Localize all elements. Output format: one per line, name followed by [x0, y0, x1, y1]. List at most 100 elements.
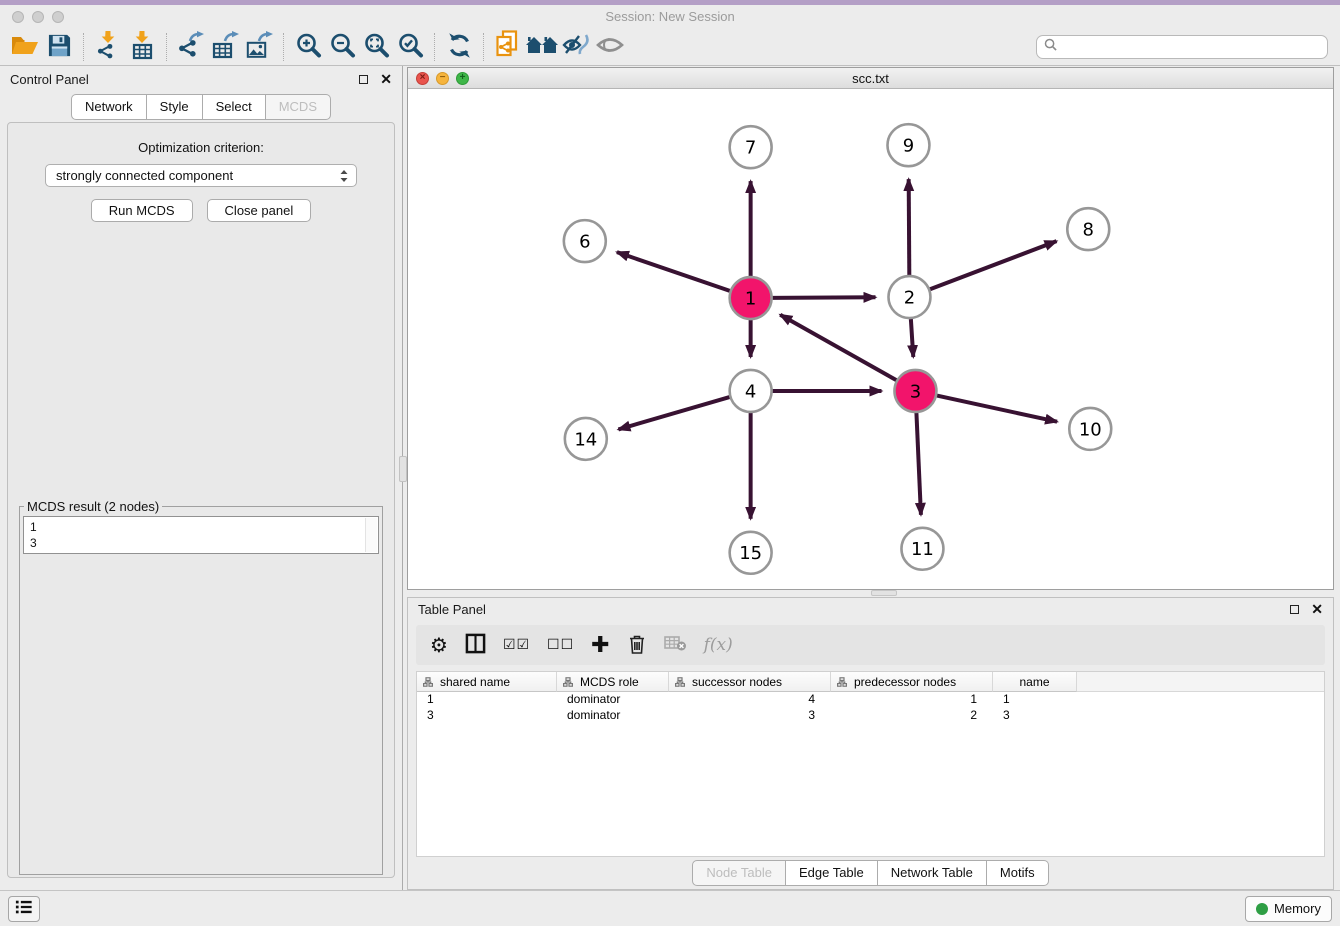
- table-close-icon[interactable]: ✕: [1311, 605, 1323, 614]
- tab-style[interactable]: Style: [147, 94, 203, 120]
- fit-content-button[interactable]: [359, 31, 393, 63]
- graph-node-8[interactable]: 8: [1067, 208, 1109, 250]
- horizontal-splitter[interactable]: [407, 590, 1334, 597]
- horizontal-splitter-handle[interactable]: [871, 590, 897, 596]
- graph-edge-2-3[interactable]: [911, 319, 913, 357]
- import-network-button[interactable]: [91, 31, 125, 63]
- node-table[interactable]: shared nameMCDS rolesuccessor nodesprede…: [416, 671, 1325, 857]
- select-all-button[interactable]: ☑☑: [503, 637, 530, 653]
- search-field[interactable]: [1036, 35, 1328, 59]
- tab-network-table[interactable]: Network Table: [878, 860, 987, 886]
- table-cell[interactable]: 4: [669, 692, 831, 708]
- network-close-button[interactable]: ×: [416, 72, 429, 85]
- graph-node-1[interactable]: 1: [730, 277, 772, 319]
- graph-edge-3-1[interactable]: [780, 315, 896, 380]
- tab-edge-table[interactable]: Edge Table: [786, 860, 878, 886]
- graph-node-15[interactable]: 15: [730, 532, 772, 574]
- graph-edge-3-10[interactable]: [937, 396, 1057, 422]
- table-cell[interactable]: dominator: [557, 692, 669, 708]
- run-mcds-button[interactable]: Run MCDS: [91, 199, 193, 222]
- table-cell[interactable]: 1: [993, 692, 1077, 708]
- graph-node-7[interactable]: 7: [730, 126, 772, 168]
- network-window-title: scc.txt: [408, 71, 1333, 86]
- tab-mcds[interactable]: MCDS: [266, 94, 331, 120]
- close-panel-button[interactable]: Close panel: [207, 199, 312, 222]
- network-minimize-button[interactable]: −: [436, 72, 449, 85]
- graph-node-9[interactable]: 9: [887, 124, 929, 166]
- column-header[interactable]: MCDS role: [557, 672, 669, 692]
- function-builder-button[interactable]: f(x): [704, 635, 733, 655]
- table-float-icon[interactable]: [1290, 605, 1299, 614]
- vertical-splitter-handle[interactable]: [399, 456, 407, 482]
- memory-button[interactable]: Memory: [1245, 896, 1332, 922]
- close-panel-icon[interactable]: ✕: [380, 75, 392, 84]
- add-button[interactable]: ✚: [591, 633, 609, 658]
- graph-node-2[interactable]: 2: [888, 276, 930, 318]
- refresh-view-button[interactable]: [442, 31, 476, 63]
- graph-edge-4-14[interactable]: [618, 397, 729, 429]
- apply-style-button[interactable]: [559, 31, 593, 63]
- graph-node-4[interactable]: 4: [730, 370, 772, 412]
- table-settings-button[interactable]: ⚙: [430, 633, 448, 657]
- zoom-out-icon: [329, 32, 356, 62]
- tab-node-table[interactable]: Node Table: [692, 860, 786, 886]
- node-table-header: shared nameMCDS rolesuccessor nodesprede…: [417, 672, 1324, 692]
- network-window-controls[interactable]: × − +: [416, 72, 469, 85]
- show-columns-button[interactable]: [465, 633, 486, 657]
- save-session-button[interactable]: [42, 31, 76, 63]
- control-panel-header: Control Panel ✕: [0, 66, 402, 92]
- network-maximize-button[interactable]: +: [456, 72, 469, 85]
- show-details-button[interactable]: [593, 31, 627, 63]
- column-header[interactable]: shared name: [417, 672, 557, 692]
- table-row[interactable]: 1dominator411: [417, 692, 1324, 708]
- zoom-selected-button[interactable]: [393, 31, 427, 63]
- clear-selection-button[interactable]: ☐☐: [547, 637, 574, 653]
- clone-network-button[interactable]: [491, 31, 525, 63]
- result-scrollbar[interactable]: [365, 518, 377, 552]
- graph-edge-2-9[interactable]: [909, 179, 910, 275]
- float-panel-icon[interactable]: [359, 75, 368, 84]
- graph-node-11[interactable]: 11: [901, 528, 943, 570]
- network-window-titlebar[interactable]: × − + scc.txt: [408, 68, 1333, 89]
- export-table-button[interactable]: [208, 31, 242, 63]
- table-cell[interactable]: dominator: [557, 708, 669, 724]
- graph-node-10[interactable]: 10: [1069, 408, 1111, 450]
- export-network-button[interactable]: [174, 31, 208, 63]
- tab-select[interactable]: Select: [203, 94, 266, 120]
- import-table-button[interactable]: [125, 31, 159, 63]
- table-cell[interactable]: 2: [831, 708, 993, 724]
- graph-edge-2-8[interactable]: [930, 241, 1057, 289]
- column-header[interactable]: name: [993, 672, 1077, 692]
- zoom-in-button[interactable]: [291, 31, 325, 63]
- table-cell[interactable]: 3: [417, 708, 557, 724]
- column-header[interactable]: successor nodes: [669, 672, 831, 692]
- tab-network[interactable]: Network: [71, 94, 147, 120]
- delete-button[interactable]: [627, 633, 647, 658]
- tab-motifs[interactable]: Motifs: [987, 860, 1049, 886]
- export-image-button[interactable]: [242, 31, 276, 63]
- search-input[interactable]: [1062, 40, 1320, 54]
- table-cell[interactable]: 3: [993, 708, 1077, 724]
- clone-network-icon: [494, 30, 522, 63]
- mcds-result-area[interactable]: 1 3: [23, 516, 379, 554]
- column-header[interactable]: predecessor nodes: [831, 672, 993, 692]
- task-history-button[interactable]: [8, 896, 40, 922]
- plus-icon: ✚: [591, 633, 609, 658]
- zoom-out-button[interactable]: [325, 31, 359, 63]
- criterion-dropdown[interactable]: strongly connected component: [45, 164, 357, 187]
- table-cell[interactable]: 1: [831, 692, 993, 708]
- graph-node-14[interactable]: 14: [565, 418, 607, 460]
- table-cell[interactable]: 3: [669, 708, 831, 724]
- table-cell[interactable]: 1: [417, 692, 557, 708]
- graph-edge-3-11[interactable]: [916, 413, 921, 515]
- delete-table-button[interactable]: [664, 635, 687, 655]
- table-row[interactable]: 3dominator323: [417, 708, 1324, 724]
- graph-edge-1-6[interactable]: [617, 252, 730, 291]
- open-session-button[interactable]: [8, 31, 42, 63]
- svg-text:15: 15: [739, 543, 762, 564]
- network-canvas[interactable]: 1 2 3 4 6 7 8 9 10 11 14 15: [408, 89, 1333, 589]
- graph-node-3[interactable]: 3: [894, 370, 936, 412]
- graph-edge-1-2[interactable]: [773, 297, 876, 298]
- houses-button[interactable]: [525, 31, 559, 63]
- graph-node-6[interactable]: 6: [564, 220, 606, 262]
